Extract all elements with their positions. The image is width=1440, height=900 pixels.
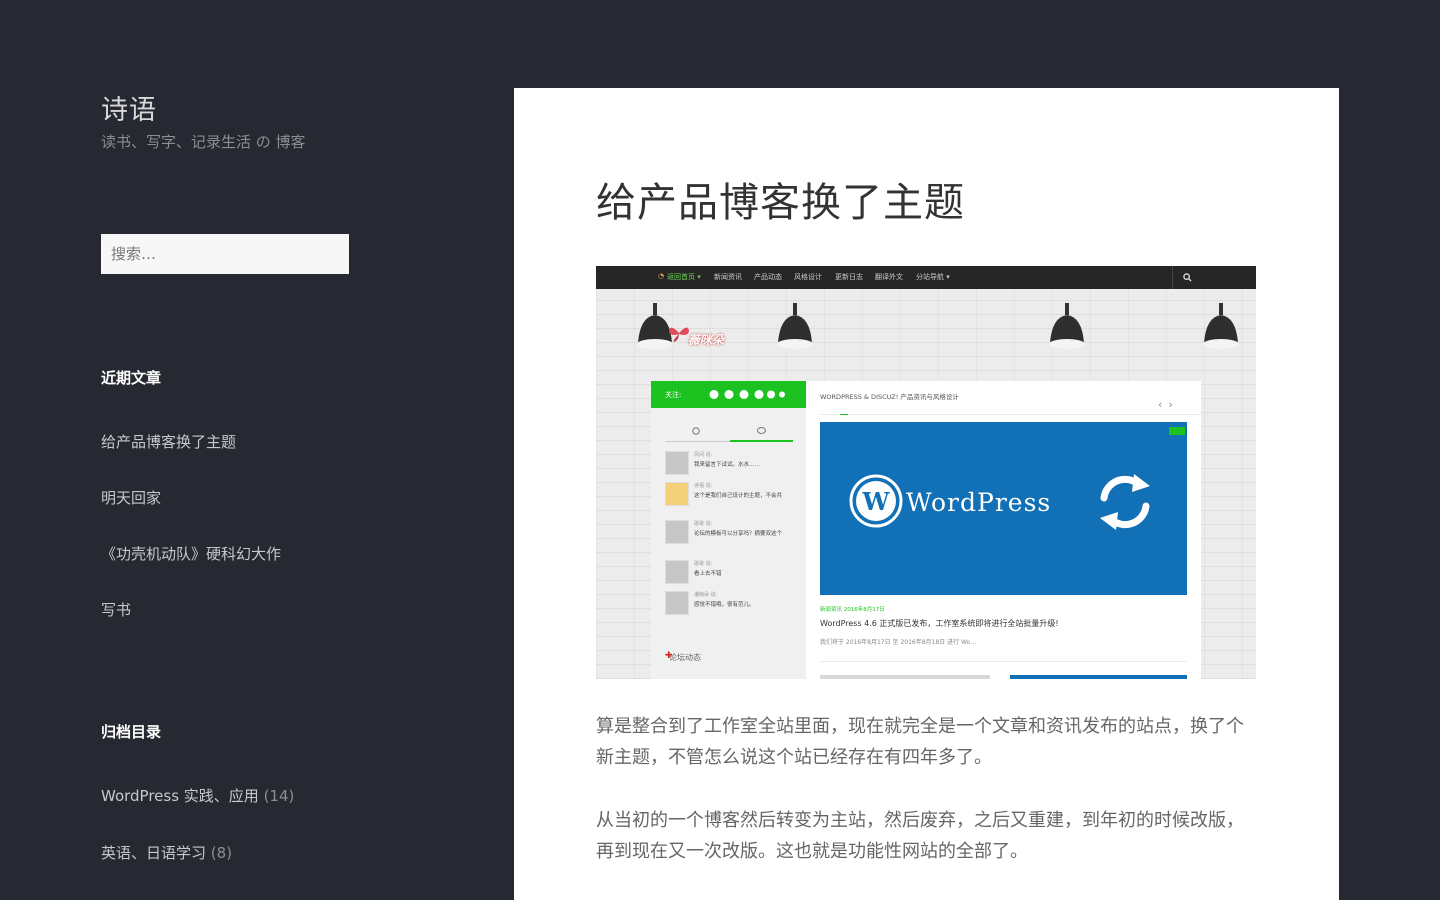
mock-post-meta: 新闻资讯 2016年8月17日 xyxy=(820,607,885,613)
mock-post-headline: WordPress 4.6 正式版已发布，工作室系统即将进行全站批量升级! xyxy=(820,619,1059,628)
mock-nav-item: 返回首页 ▾ xyxy=(667,273,701,281)
mock-logo: 薇咪朵 xyxy=(688,333,725,347)
mock-nav-item: 翻译外文 xyxy=(875,273,903,281)
banner-text: WordPress xyxy=(906,488,1052,517)
recent-post-link[interactable]: 写书 xyxy=(101,599,131,620)
lamp-icon xyxy=(1049,303,1085,349)
mock-comment: 歌歌 说: 论坛的模板可以分享吗？摘要双这个 xyxy=(665,520,795,548)
follow-bar: 关注: xyxy=(651,381,807,408)
follow-label: 关注: xyxy=(665,391,682,399)
mock-post-card: WORDPRESS & DISCUZ! 产品资讯与风格设计 ‹› W WordP… xyxy=(806,381,1201,679)
mock-thumbnail xyxy=(1010,675,1187,679)
comment-tag xyxy=(1169,427,1185,435)
avatar xyxy=(665,591,689,615)
mock-nav-item: 分站导航 ▾ xyxy=(916,273,950,281)
post-paragraph: 从当初的一个博客然后转变为主站，然后废弃，之后又重建，到年初的时候改版，再到现在… xyxy=(596,810,1244,862)
recent-post-link[interactable]: 明天回家 xyxy=(101,487,161,508)
nav-divider xyxy=(1172,266,1173,289)
mock-nav-item: 产品动态 xyxy=(754,273,782,281)
avatar xyxy=(665,451,689,475)
site-description: 读书、写字、记录生活 の 博客 xyxy=(101,133,306,151)
comment-author: 潘翰朵 说: xyxy=(694,592,718,598)
mock-nav-item: 风格设计 xyxy=(794,273,822,281)
avatar xyxy=(665,482,689,506)
mock-comment: 歌歌 说: 看上去不错 xyxy=(665,560,795,588)
avatar xyxy=(665,560,689,584)
card-divider xyxy=(820,661,1187,662)
comment-author: 诗语 说: xyxy=(694,483,713,489)
archive-item: 英语、日语学习 (8) xyxy=(101,842,232,863)
clock-icon xyxy=(692,427,700,435)
site-title[interactable]: 诗语 xyxy=(101,88,157,127)
brick-wall-background: 薇咪朵 关注: 风间 说: 我来留言下试试。水水…… 诗语 说: 这个是我们自己… xyxy=(596,289,1256,679)
butterfly-logo-icon xyxy=(669,327,689,342)
slider-arrows-icon: ‹› xyxy=(1158,398,1179,411)
search-input[interactable] xyxy=(101,234,349,274)
comment-author: 歌歌 说: xyxy=(694,521,713,527)
forum-label: 论坛动态 xyxy=(669,653,701,662)
comment-text: 论坛的模板可以分享吗？摘要双这个 xyxy=(694,531,783,537)
mock-comment: 潘翰朵 说: 感觉不错哦，很有范儿。 xyxy=(665,591,795,619)
active-tab-indicator xyxy=(730,440,793,442)
mock-comment: 风间 说: 我来留言下试试。水水…… xyxy=(665,451,795,479)
main-content: 给产品博客换了主题 ◔ 返回首页 ▾ 新闻资讯 产品动态 风格设计 更新日志 翻… xyxy=(514,88,1339,900)
search-icon xyxy=(1183,273,1192,282)
comment-text: 看上去不错 xyxy=(694,571,722,577)
svg-text:W: W xyxy=(862,487,891,516)
mock-comments-card: 关注: 风间 说: 我来留言下试试。水水…… 诗语 说: 这个是我们自己设计的主… xyxy=(651,381,807,679)
comment-author: 风间 说: xyxy=(694,452,713,458)
mock-post-excerpt: 我们将于 2016年8月17日 至 2016年8月18日 进行 Wo… xyxy=(820,639,977,646)
mock-breadcrumb: WORDPRESS & DISCUZ! 产品资讯与风格设计 xyxy=(820,393,959,401)
comments-icon xyxy=(757,427,766,434)
archive-count: (14) xyxy=(263,787,295,805)
refresh-icon xyxy=(1100,474,1150,530)
lamp-icon xyxy=(777,303,813,349)
recent-post-link[interactable]: 给产品博客换了主题 xyxy=(101,431,236,452)
archive-count: (8) xyxy=(210,844,233,862)
post-paragraph: 算是整合到了工作室全站里面，现在就完全是一个文章和资讯发布的站点，换了个新主题，… xyxy=(596,716,1244,768)
avatar xyxy=(665,520,689,544)
mock-navbar: ◔ 返回首页 ▾ 新闻资讯 产品动态 风格设计 更新日志 翻译外文 分站导航 ▾ xyxy=(596,266,1256,289)
mock-nav-item: 更新日志 xyxy=(835,273,863,281)
comment-text: 这个是我们自己设计的主题，不会共 xyxy=(694,493,783,499)
mock-thumbnail xyxy=(820,675,990,679)
archive-item: WordPress 实践、应用 (14) xyxy=(101,785,294,806)
archive-link[interactable]: WordPress 实践、应用 xyxy=(101,787,259,805)
archive-link[interactable]: 英语、日语学习 xyxy=(101,844,206,862)
social-icons xyxy=(709,390,785,399)
lamp-icon xyxy=(1203,303,1239,349)
wordpress-banner: W WordPress xyxy=(820,422,1187,595)
breadcrumb-divider xyxy=(820,414,1201,415)
home-icon: ◔ xyxy=(658,272,665,280)
post-title[interactable]: 给产品博客换了主题 xyxy=(596,170,965,228)
recent-posts-heading: 近期文章 xyxy=(101,369,162,387)
featured-image: ◔ 返回首页 ▾ 新闻资讯 产品动态 风格设计 更新日志 翻译外文 分站导航 ▾ xyxy=(596,266,1256,679)
archives-heading: 归档目录 xyxy=(101,723,162,741)
mock-comment: 诗语 说: 这个是我们自己设计的主题，不会共 xyxy=(665,482,795,510)
breadcrumb-accent xyxy=(840,414,848,415)
comment-text: 我来留言下试试。水水…… xyxy=(694,462,761,468)
mock-nav-item: 新闻资讯 xyxy=(714,273,742,281)
comment-author: 歌歌 说: xyxy=(694,561,713,567)
comment-text: 感觉不错哦，很有范儿。 xyxy=(694,602,755,608)
recent-post-link[interactable]: 《功壳机动队》硬科幻大作 xyxy=(101,543,281,564)
wordpress-logo-icon: W xyxy=(849,474,903,528)
